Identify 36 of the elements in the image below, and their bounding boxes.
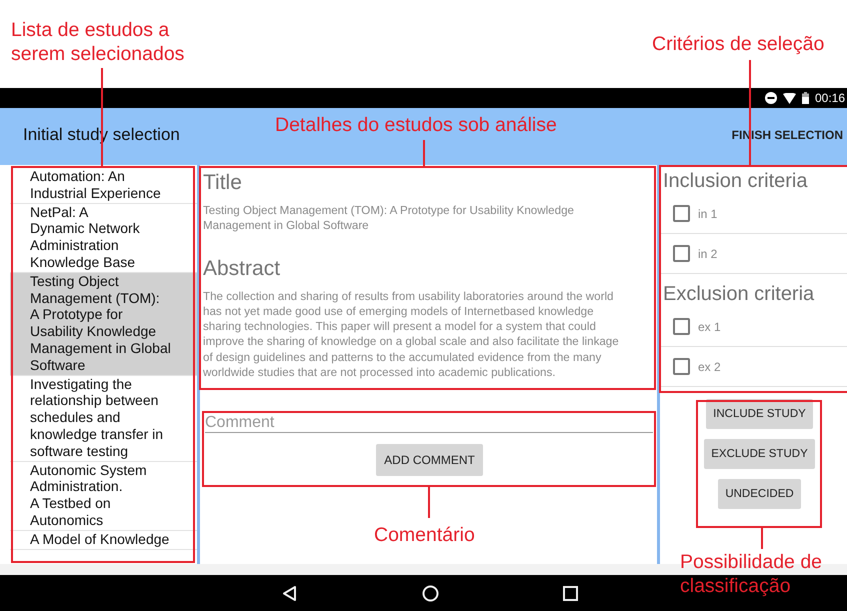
wifi-icon bbox=[782, 92, 796, 104]
annotation-label: Lista de estudos a serem selecionados bbox=[11, 18, 184, 66]
criterion-label: in 2 bbox=[698, 246, 718, 260]
study-list-item[interactable]: A Model of Knowledge bbox=[10, 530, 197, 550]
leader-line bbox=[761, 528, 763, 549]
checkbox[interactable] bbox=[673, 245, 690, 262]
abstract-heading: Abstract bbox=[203, 256, 282, 281]
annotation-label: Detalhes do estudos sob análise bbox=[275, 113, 557, 137]
criterion-label: ex 2 bbox=[698, 360, 721, 374]
checkbox[interactable] bbox=[673, 205, 690, 222]
title-heading: Title bbox=[203, 171, 243, 195]
criterion-label: ex 1 bbox=[698, 320, 721, 334]
back-icon[interactable] bbox=[281, 584, 298, 602]
battery-icon bbox=[802, 92, 809, 104]
checkbox[interactable] bbox=[673, 358, 690, 375]
classification-button[interactable]: INCLUDE STUDY bbox=[706, 399, 813, 429]
criterion-label: in 1 bbox=[698, 206, 718, 220]
annotation-label: Possibilidade de classificação bbox=[680, 550, 822, 598]
study-list-item[interactable]: Testing Object Management (TOM): A Prototype for Usability Knowledge Management in Global Software bbox=[10, 272, 197, 376]
criteria-heading: Inclusion criteria bbox=[662, 169, 809, 194]
checkbox[interactable] bbox=[673, 318, 690, 335]
study-title: Testing Object Management (TOM): A Prototype for Usability Knowledge Management in Global Software bbox=[203, 203, 575, 234]
clock-time: 00:16 bbox=[814, 91, 845, 105]
criteria-heading: Exclusion criteria bbox=[662, 282, 816, 307]
comment-field[interactable]: Comment bbox=[205, 412, 653, 433]
leader-line bbox=[428, 487, 430, 518]
annotation-label: Critérios de seleção bbox=[652, 32, 824, 56]
do-not-disturb-icon bbox=[764, 92, 777, 104]
leader-line bbox=[423, 140, 425, 166]
home-icon[interactable] bbox=[422, 584, 439, 602]
annotation-label: Comentário bbox=[374, 523, 475, 547]
add-comment-button[interactable]: ADD COMMENT bbox=[376, 444, 483, 476]
classification-button[interactable]: UNDECIDED bbox=[718, 479, 801, 509]
abstract-text: The collection and sharing of results from usability laboratories around the world has not yet made good use of emerging models of Internetbased knowledge sharing technologies. This paper will present a model for a system that could improve the sharing of knowledge on a global scale and also facilitate the linkage of design guidelines and patterns to the accumulated evidence from the many worldwide studies that are not processed into academic publications. bbox=[203, 288, 620, 380]
classification-button[interactable]: EXCLUDE STUDY bbox=[704, 439, 815, 469]
recent-apps-icon[interactable] bbox=[563, 586, 578, 600]
